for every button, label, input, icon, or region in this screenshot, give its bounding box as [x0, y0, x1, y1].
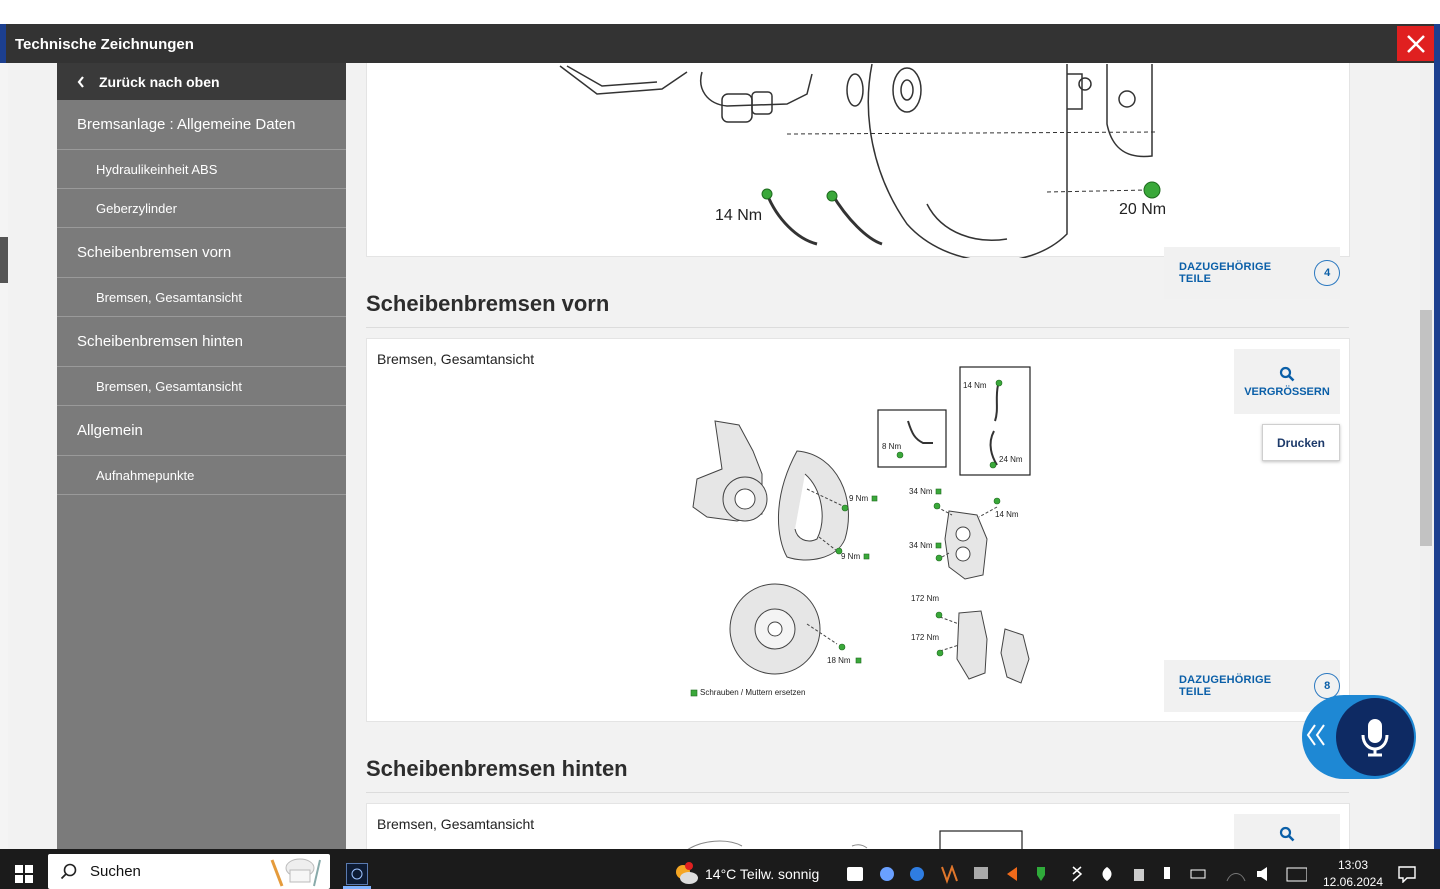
- sidebar-item-bremsen-vorn[interactable]: Bremsen, Gesamtansicht: [57, 278, 346, 317]
- sidebar-item-label: Scheibenbremsen hinten: [77, 333, 243, 350]
- related-parts-button[interactable]: DAZUGEHÖRIGE TEILE 8: [1164, 660, 1340, 712]
- notification-icon[interactable]: [1398, 865, 1416, 883]
- scrollbar-thumb[interactable]: [1420, 310, 1432, 546]
- drawing-card-vorn: Bremsen, Gesamtansicht 14 Nm 8 Nm 24 Nm …: [366, 338, 1350, 722]
- drawing-label: 172 Nm: [911, 594, 940, 603]
- drawing-legend: Schrauben / Muttern ersetzen: [700, 688, 806, 697]
- chef-hat-illustration-icon: [270, 858, 321, 887]
- drawing-card-hinten: Bremsen, Gesamtansicht: [366, 803, 1350, 849]
- drawing-label: 14 Nm: [963, 381, 987, 390]
- sidebar-item-scheibenbremsen-hinten[interactable]: Scheibenbremsen hinten: [57, 317, 346, 367]
- sidebar-item-label: Allgemein: [77, 422, 143, 439]
- window-title: Technische Zeichnungen: [15, 36, 194, 53]
- app-icon-taskbar[interactable]: [346, 863, 368, 885]
- zoom-button[interactable]: [1234, 814, 1340, 849]
- search-icon: [60, 863, 77, 879]
- drawing-label: 8 Nm: [882, 442, 902, 451]
- sidebar-item-geberzylinder[interactable]: Geberzylinder: [57, 189, 346, 228]
- related-parts-button[interactable]: DAZUGEHÖRIGE TEILE 4: [1164, 247, 1340, 299]
- main-content: 14 Nm 20 Nm DAZUGEHÖRIGE TEILE 4 Scheibe…: [346, 63, 1420, 849]
- weather-text[interactable]: 14°C Teilw. sonnig: [705, 866, 819, 882]
- related-parts-label: DAZUGEHÖRIGE TEILE: [1179, 674, 1272, 698]
- sidebar-item-label: Hydraulikeinheit ABS: [96, 161, 218, 177]
- windows-start-icon[interactable]: [15, 865, 33, 883]
- zoom-label: VERGRÖSSERN: [1244, 385, 1330, 398]
- microphone-icon: [1361, 719, 1389, 757]
- drawing-label: 34 Nm: [909, 541, 933, 550]
- app-logo-icon: [351, 868, 363, 880]
- drawing-label: 9 Nm: [849, 494, 869, 503]
- chevron-left-icon: [77, 75, 84, 88]
- windows-taskbar: Suchen 14°C Teilw. sonnig 13:03 12.06.20…: [0, 849, 1440, 889]
- sidebar-item-hydraulikeinheit[interactable]: Hydraulikeinheit ABS: [57, 150, 346, 189]
- sidebar-item-label: Bremsen, Gesamtansicht: [96, 289, 242, 305]
- taskbar-search-input[interactable]: Suchen: [48, 854, 330, 889]
- close-icon: [1406, 34, 1425, 53]
- related-parts-label: DAZUGEHÖRIGE TEILE: [1179, 261, 1272, 285]
- sidebar-item-label: Bremsen, Gesamtansicht: [96, 378, 242, 394]
- sidebar-item-label: Aufnahmepunkte: [96, 467, 195, 483]
- section-heading-vorn: Scheibenbremsen vorn: [366, 291, 610, 316]
- sidebar-item-allgemein[interactable]: Allgemein: [57, 406, 346, 456]
- tray-icons[interactable]: [847, 865, 1307, 885]
- taskbar-clock[interactable]: 13:03 12.06.2024: [1320, 857, 1386, 889]
- drawing-label: 34 Nm: [909, 487, 933, 496]
- clock-time: 13:03: [1337, 858, 1369, 872]
- section-divider: [366, 327, 1349, 328]
- print-button[interactable]: Drucken: [1262, 424, 1340, 461]
- sidebar-nav: Zurück nach oben Bremsanlage : Allgemein…: [57, 63, 346, 849]
- sidebar-item-label: Bremsanlage : Allgemeine Daten: [77, 116, 296, 133]
- drawing-card-geberzylinder: 14 Nm 20 Nm DAZUGEHÖRIGE TEILE 4: [366, 63, 1350, 299]
- drawing-label: 9 Nm: [841, 552, 861, 561]
- close-button[interactable]: [1397, 26, 1434, 61]
- top-white-strip: [0, 0, 1440, 24]
- weather-icon: [676, 862, 698, 884]
- left-window-edge: [0, 63, 8, 849]
- section-heading-hinten: Scheibenbremsen hinten: [366, 756, 628, 781]
- related-parts-count: 4: [1314, 260, 1340, 286]
- rear-brake-drawing: [687, 830, 1023, 849]
- microphone-button[interactable]: [1336, 698, 1414, 776]
- brake-booster-drawing: [559, 63, 1161, 258]
- zoom-button[interactable]: VERGRÖSSERN: [1234, 349, 1340, 414]
- double-chevron-left-icon[interactable]: [1305, 722, 1327, 748]
- sidebar-item-aufnahmepunkte[interactable]: Aufnahmepunkte: [57, 456, 346, 495]
- search-placeholder: Suchen: [90, 863, 141, 880]
- sidebar-item-label: Scheibenbremsen vorn: [77, 244, 232, 261]
- back-to-top-button[interactable]: Zurück nach oben: [57, 63, 346, 100]
- sidebar-item-bremsen-hinten[interactable]: Bremsen, Gesamtansicht: [57, 367, 346, 406]
- sidebar-item-scheibenbremsen-vorn[interactable]: Scheibenbremsen vorn: [57, 228, 346, 278]
- drawing-label: 18 Nm: [827, 656, 851, 665]
- sidebar-item-bremsanlage[interactable]: Bremsanlage : Allgemeine Daten: [57, 100, 346, 150]
- torque-label-20nm: 20 Nm: [1119, 201, 1167, 218]
- drawing-label: 14 Nm: [995, 510, 1019, 519]
- window-titlebar: Technische Zeichnungen: [6, 24, 1434, 63]
- torque-label-14nm: 14 Nm: [715, 207, 763, 224]
- search-icon: [1279, 366, 1295, 381]
- drawing-label: 24 Nm: [999, 455, 1023, 464]
- back-to-top-label: Zurück nach oben: [99, 73, 220, 90]
- search-icon: [1279, 826, 1295, 842]
- drawing-label: 172 Nm: [911, 633, 940, 642]
- section-divider: [366, 792, 1349, 793]
- sidebar-item-label: Geberzylinder: [96, 200, 177, 216]
- right-window-edge: [1434, 63, 1440, 849]
- clock-date: 12.06.2024: [1322, 875, 1384, 889]
